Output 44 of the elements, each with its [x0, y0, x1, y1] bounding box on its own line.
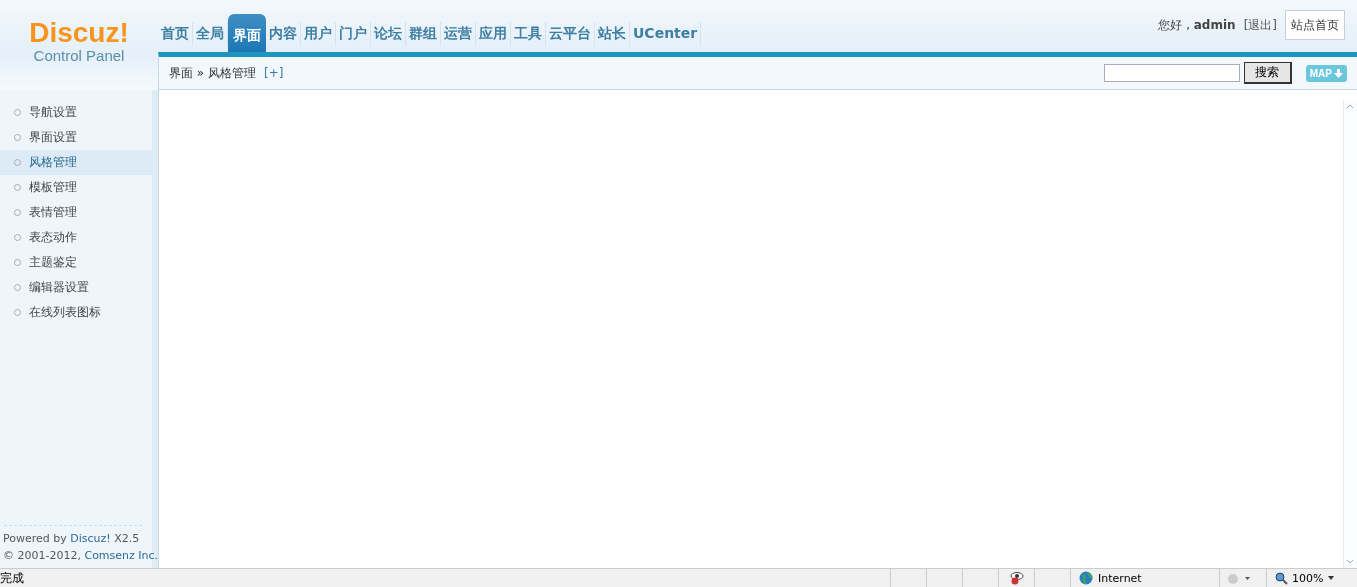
privacy-eye-icon[interactable] — [1008, 571, 1025, 585]
company-link[interactable]: Comsenz Inc. — [84, 549, 159, 562]
sidebar-item[interactable]: 在线列表图标 — [0, 300, 152, 325]
nav-tab[interactable]: UCenter — [630, 22, 702, 46]
zoom-level[interactable]: 100% — [1292, 571, 1324, 585]
protected-mode-icon[interactable] — [1226, 572, 1252, 584]
scrollbar[interactable] — [1343, 100, 1357, 568]
product-link[interactable]: Discuz! — [70, 532, 111, 545]
nav-tab[interactable]: 论坛 — [371, 22, 406, 46]
sidebar-item[interactable]: 表态动作 — [0, 225, 152, 250]
nav-tab[interactable]: 内容 — [266, 22, 301, 46]
sidebar-item[interactable]: 导航设置 — [0, 100, 152, 125]
nav-tab[interactable]: 界面 — [228, 14, 266, 52]
logo-subtitle: Control Panel — [33, 48, 125, 64]
greeting-text: 您好 , admin — [1158, 16, 1236, 34]
logo-title: Discuz! — [29, 18, 129, 48]
search-button[interactable]: 搜索 — [1243, 62, 1292, 84]
logout-link[interactable]: [退出] — [1243, 16, 1277, 34]
arrow-down-icon — [1334, 68, 1343, 78]
nav-tab[interactable]: 云平台 — [546, 22, 595, 46]
sidebar-item[interactable]: 编辑器设置 — [0, 275, 152, 300]
zone-text: Internet — [1098, 571, 1142, 585]
nav-tab[interactable]: 应用 — [476, 22, 511, 46]
sidebar-item[interactable]: 风格管理 — [0, 150, 152, 175]
add-link[interactable]: [+] — [264, 66, 284, 80]
breadcrumb: 界面 » 风格管理 — [169, 64, 256, 82]
sidebar-item[interactable]: 模板管理 — [0, 175, 152, 200]
sidebar-item[interactable]: 界面设置 — [0, 125, 152, 150]
zoom-icon[interactable] — [1275, 571, 1288, 585]
nav-tab[interactable]: 门户 — [336, 22, 371, 46]
sidebar-item[interactable]: 主题鉴定 — [0, 250, 152, 275]
status-text: 完成 — [0, 569, 24, 587]
nav-tab[interactable]: 首页 — [158, 22, 193, 46]
caret-icon[interactable] — [1327, 575, 1336, 581]
nav-tab[interactable]: 运营 — [441, 22, 476, 46]
powered-by-text: Powered by Discuz! X2.5 — [3, 531, 141, 547]
nav-tab[interactable]: 用户 — [301, 22, 336, 46]
site-home-button[interactable]: 站点首页 — [1285, 10, 1345, 40]
globe-icon — [1079, 571, 1093, 585]
nav-tab[interactable]: 群组 — [406, 22, 441, 46]
nav-tab[interactable]: 工具 — [511, 22, 546, 46]
sidebar-item[interactable]: 表情管理 — [0, 200, 152, 225]
search-field[interactable] — [1103, 64, 1240, 82]
nav-tab[interactable]: 站长 — [595, 22, 630, 46]
